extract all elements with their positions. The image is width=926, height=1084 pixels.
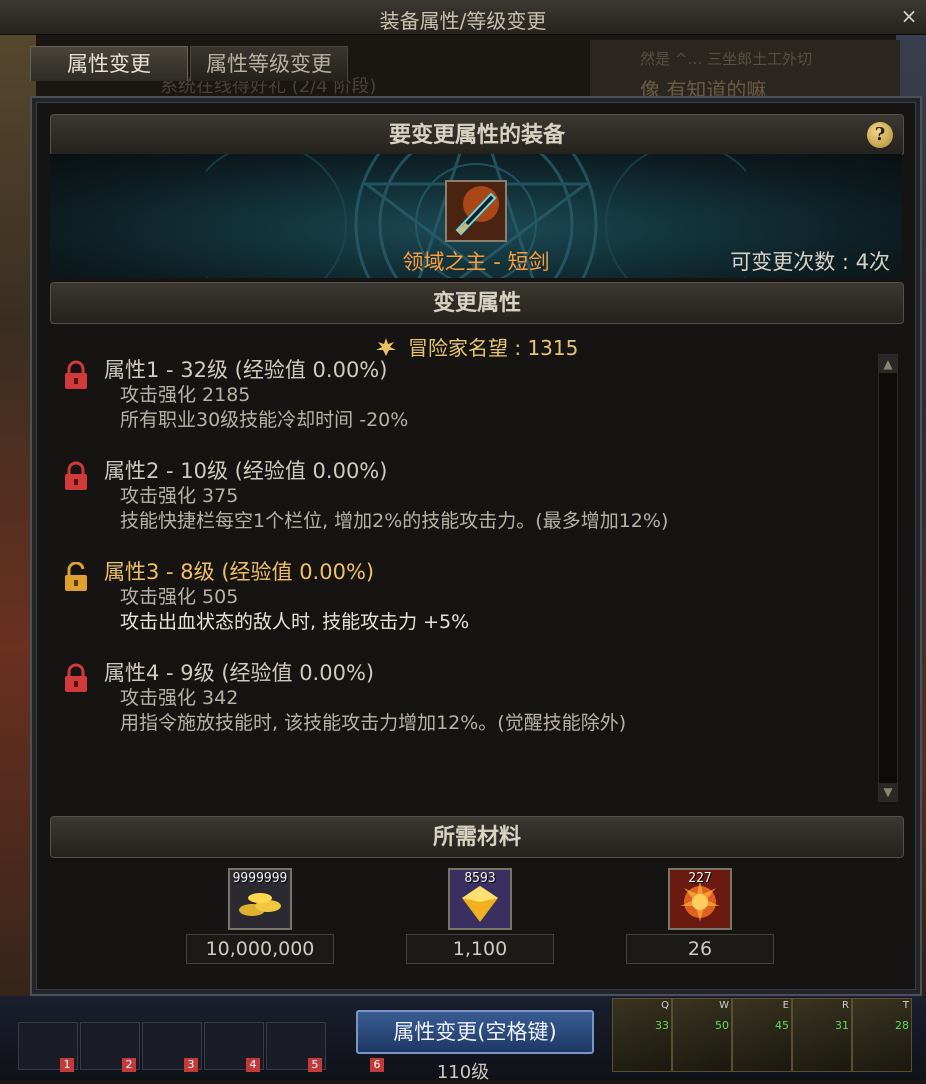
background-chat-panel: 然是 ^… 三坐郎土工外切 像 有知道的嘛 [590, 40, 900, 102]
skill-key: R [842, 1000, 849, 1011]
material-slot-crystal[interactable]: 8593 [448, 868, 512, 930]
attribute-line: 攻击出血状态的敌人时, 技能攻击力 +5% [120, 611, 470, 633]
scroll-down-arrow-icon[interactable]: ▼ [879, 783, 897, 801]
character-level: 110级 [436, 1062, 490, 1083]
attribute-line: 技能快捷栏每空1个栏位, 增加2%的技能攻击力。(最多增加12%) [120, 510, 669, 532]
locked-lock-icon[interactable] [62, 663, 90, 693]
change-count: 可变更次数 : 4次 [730, 250, 890, 274]
material-required-amount: 1,100 [406, 934, 554, 964]
attribute-section-header: 变更属性 [50, 282, 904, 324]
material-slot-gold[interactable]: 9999999 [228, 868, 292, 930]
skill-key: Q [661, 1000, 669, 1011]
window-title: 装备属性/等级变更 [379, 9, 547, 33]
material-stock-count: 9999999 [232, 871, 288, 886]
close-button[interactable]: × [898, 5, 920, 27]
unlocked-lock-icon[interactable] [62, 562, 90, 592]
help-button[interactable]: ? [867, 122, 893, 148]
attribute-line: 用指令施放技能时, 该技能攻击力增加12%。(觉醒技能除外) [120, 712, 627, 734]
attribute-section-title: 变更属性 [432, 290, 521, 316]
equipment-section-title: 要变更属性的装备 [388, 122, 565, 148]
attribute-line: 攻击强化 505 [120, 586, 239, 608]
skill-key: T [902, 1000, 909, 1011]
tab-attribute-level-change[interactable]: 属性等级变更 [190, 46, 348, 81]
short-sword-icon [447, 182, 505, 240]
window-titlebar: 装备属性/等级变更 × [0, 0, 926, 35]
attribute-line: 攻击强化 2185 [120, 384, 251, 406]
background-text-1: 然是 ^… 三坐郎土工外切 [640, 50, 813, 68]
material-required-amount: 26 [626, 934, 774, 964]
skill-level: 31 [835, 1019, 849, 1032]
skill-level: 45 [775, 1019, 789, 1032]
material-slot-orb[interactable]: 227 [668, 868, 732, 930]
scroll-up-arrow-icon[interactable]: ▲ [879, 355, 897, 373]
tab-attribute-change[interactable]: 属性变更 [30, 46, 188, 81]
attribute-line: 攻击强化 375 [120, 485, 239, 507]
attribute-line: 攻击强化 342 [120, 687, 239, 709]
equipment-section-header: 要变更属性的装备 ? [50, 114, 904, 156]
confirm-attribute-change-button[interactable]: 属性变更(空格键) [356, 1010, 594, 1054]
skill-key: W [719, 1000, 729, 1011]
materials-section-title: 所需材料 [432, 824, 521, 850]
main-panel: 要变更属性的装备 ? 领域之主 - 短剑 可变更次数 : 4次 变更属性 冒险家… [30, 96, 922, 996]
attribute-list: 属性1 - 32级 (经验值 0.00%) 攻击强化 2185 所有职业30级技… [62, 354, 862, 774]
skill-key: E [782, 1000, 789, 1011]
locked-lock-icon[interactable] [62, 461, 90, 491]
material-stock-count: 227 [688, 871, 712, 886]
skill-level: 33 [655, 1019, 669, 1032]
equipment-display-area: 领域之主 - 短剑 可变更次数 : 4次 [50, 154, 902, 278]
materials-section-header: 所需材料 [50, 816, 904, 858]
locked-lock-icon[interactable] [62, 360, 90, 390]
skill-level: 50 [715, 1019, 729, 1032]
attribute-line: 所有职业30级技能冷却时间 -20% [120, 409, 409, 431]
equipment-icon[interactable] [445, 180, 507, 242]
material-stock-count: 8593 [464, 871, 496, 886]
skill-level: 28 [895, 1019, 909, 1032]
attribute-scrollbar[interactable]: ▲ ▼ [878, 354, 898, 802]
material-required-amount: 10,000,000 [186, 934, 334, 964]
